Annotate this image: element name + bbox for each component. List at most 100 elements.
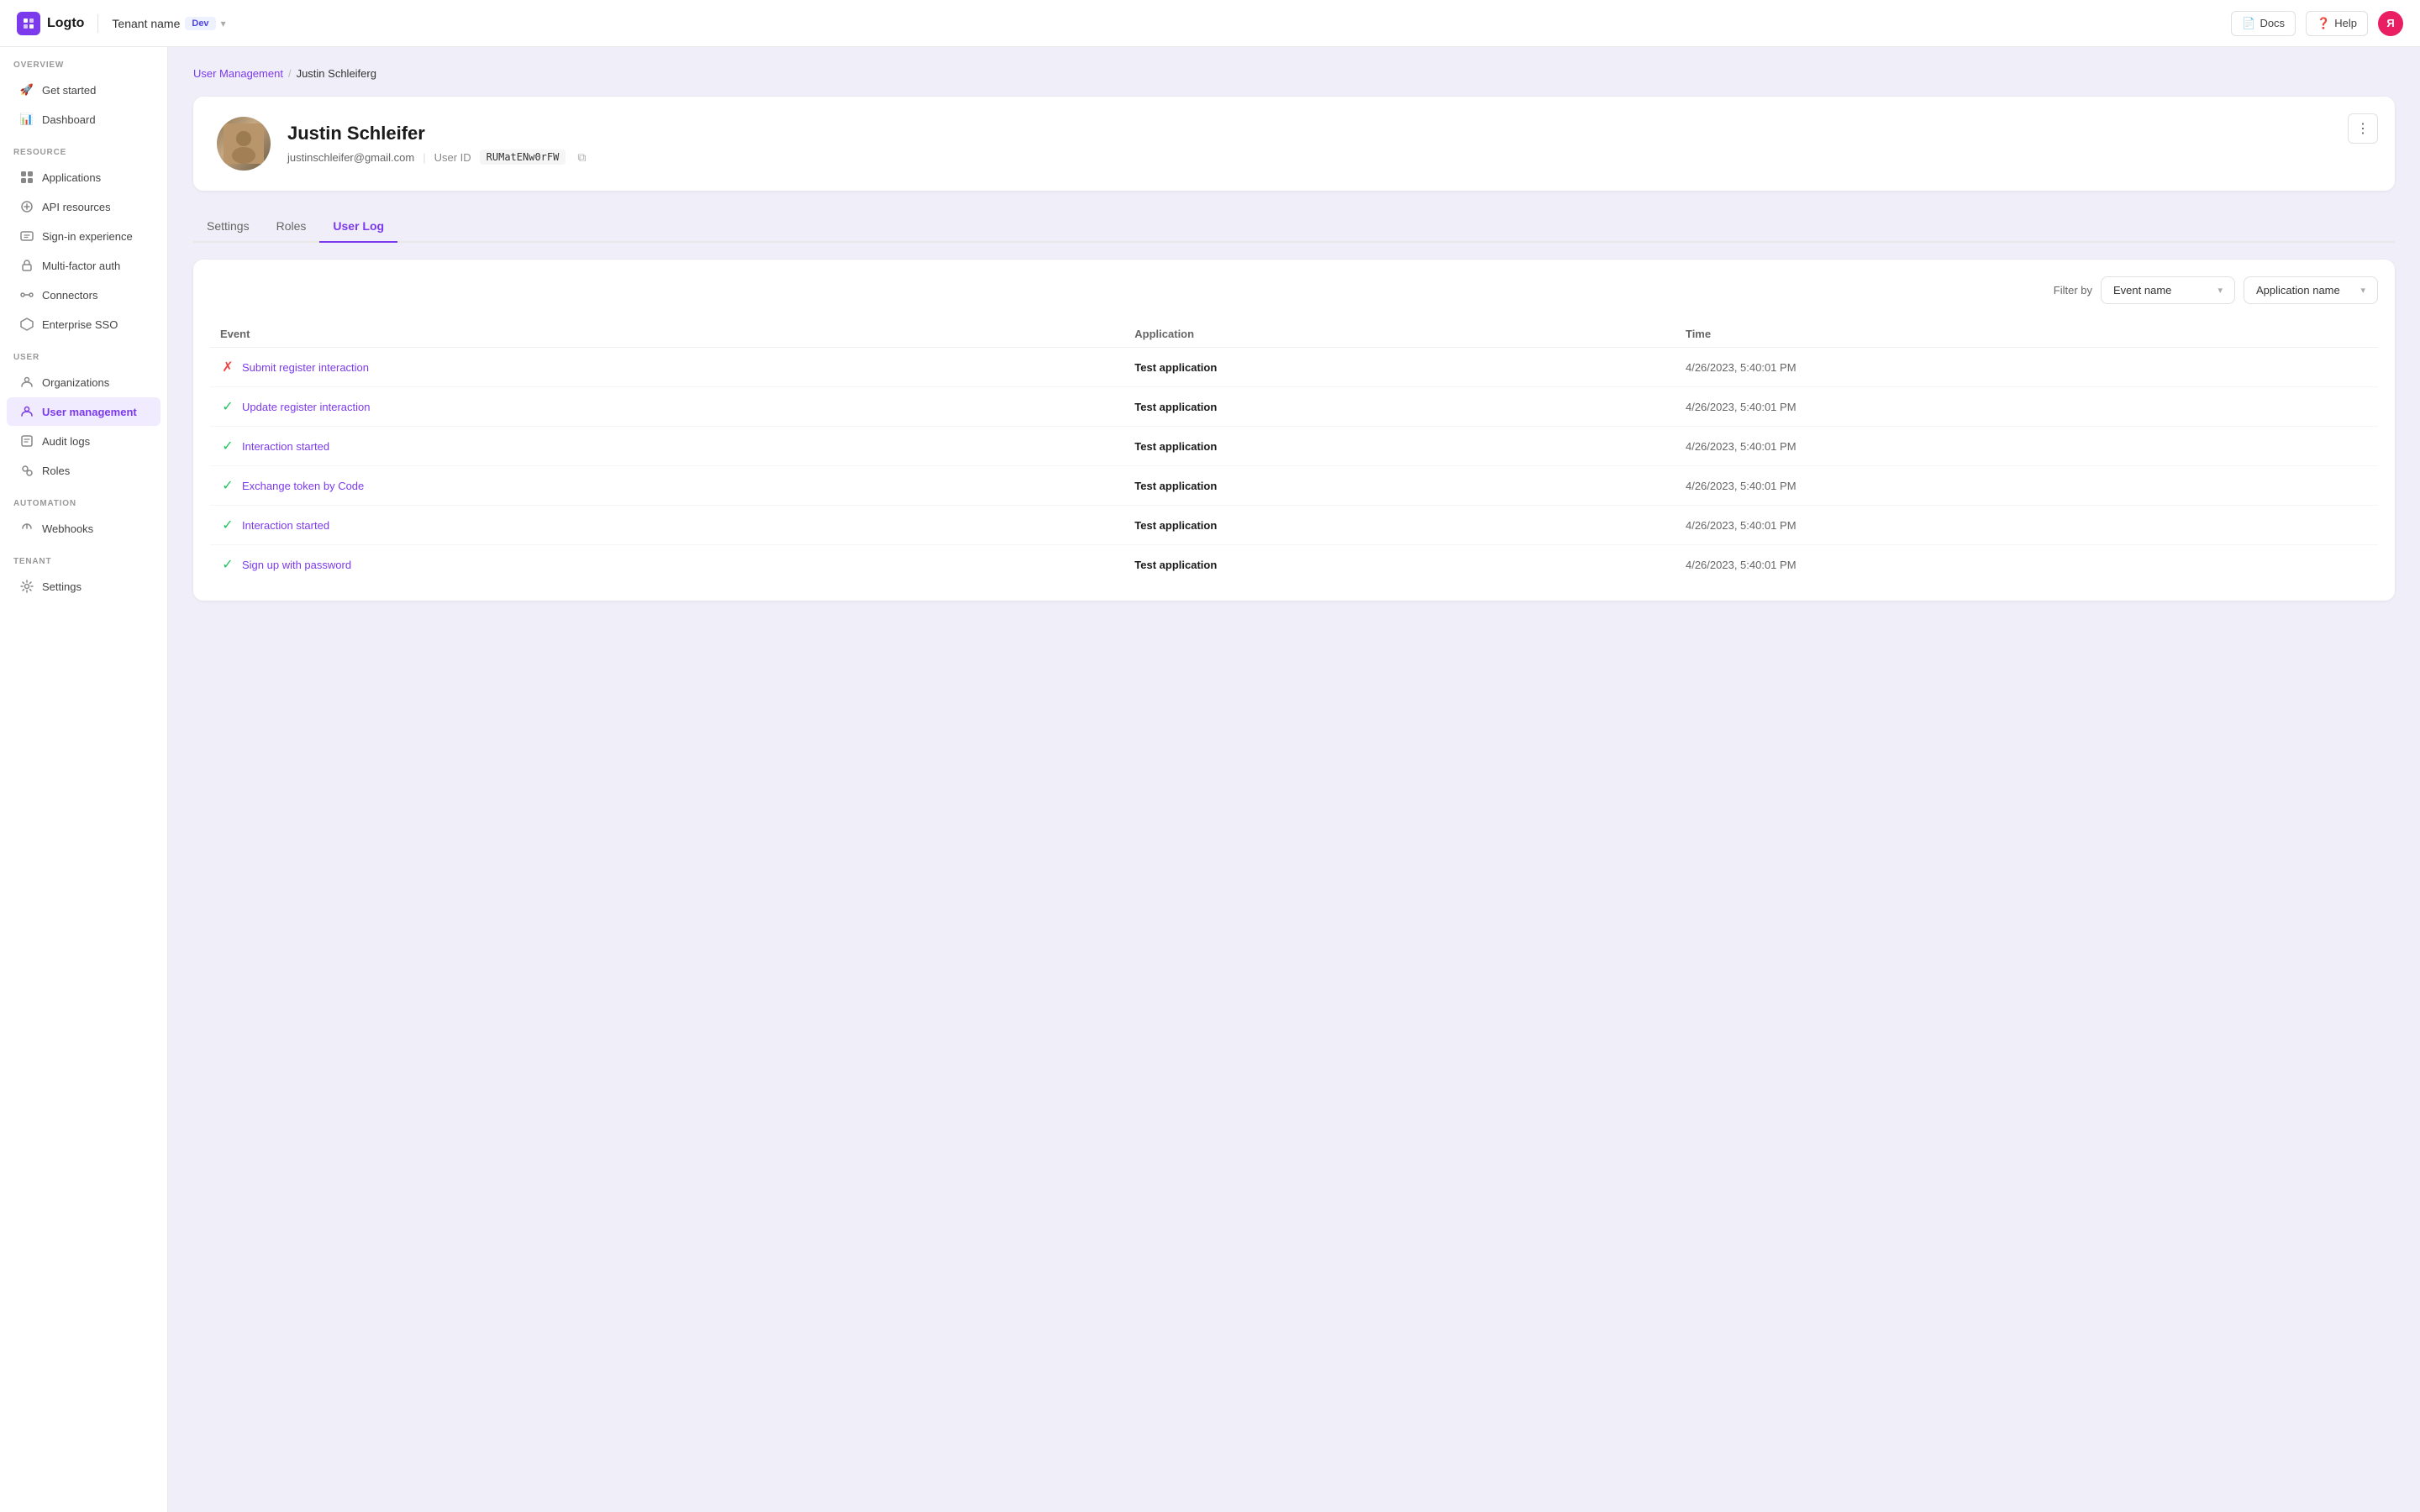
log-panel: Filter by Event name ▾ Application name …: [193, 260, 2395, 601]
sidebar-item-user-management[interactable]: User management: [7, 397, 160, 426]
sidebar-item-api-resources[interactable]: API resources: [7, 192, 160, 221]
app-filter-chevron-icon: ▾: [2360, 285, 2365, 296]
tab-roles[interactable]: Roles: [263, 211, 320, 243]
sidebar-section-automation: AUTOMATION: [0, 486, 167, 513]
sidebar-item-connectors[interactable]: Connectors: [7, 281, 160, 309]
main-content: User Management / Justin Schleiferg Just…: [168, 47, 2420, 1512]
user-meta-separator: |: [423, 151, 425, 164]
audit-logs-icon: [20, 434, 34, 448]
event-link[interactable]: Interaction started: [242, 519, 329, 532]
topbar-actions: 📄 Docs ❓ Help Я: [2231, 11, 2403, 36]
time-cell: 4/26/2023, 5:40:01 PM: [1676, 506, 2378, 545]
user-more-options-button[interactable]: ⋮: [2348, 113, 2378, 144]
event-link[interactable]: Submit register interaction: [242, 361, 369, 374]
organizations-icon: [20, 375, 34, 389]
user-avatar-image: [217, 117, 271, 171]
event-cell: ✓ Exchange token by Code: [210, 466, 1124, 506]
error-icon: ✗: [220, 360, 235, 375]
event-link[interactable]: Sign up with password: [242, 559, 351, 571]
tenant-chevron-icon: ▾: [221, 18, 226, 29]
sidebar: OVERVIEW 🚀 Get started 📊 Dashboard RESOU…: [0, 47, 168, 1512]
event-cell: ✓ Update register interaction: [210, 387, 1124, 427]
tenant-selector[interactable]: Tenant name Dev ▾: [112, 17, 225, 30]
success-icon: ✓: [222, 398, 233, 415]
table-row: ✓ Sign up with password Test application…: [210, 545, 2378, 585]
user-avatar-topbar[interactable]: Я: [2378, 11, 2403, 36]
event-link[interactable]: Exchange token by Code: [242, 480, 364, 492]
settings-icon: [20, 580, 34, 593]
user-management-icon: [20, 405, 34, 418]
help-button[interactable]: ❓ Help: [2306, 11, 2368, 36]
avatar-silhouette: [224, 123, 264, 164]
app-name: Test application: [1134, 519, 1217, 532]
breadcrumb: User Management / Justin Schleiferg: [193, 67, 2395, 80]
webhooks-icon: [20, 522, 34, 535]
tenant-env-badge: Dev: [185, 17, 215, 30]
applications-icon: [20, 171, 34, 184]
event-name-filter[interactable]: Event name ▾: [2101, 276, 2235, 304]
sidebar-item-organizations[interactable]: Organizations: [7, 368, 160, 396]
log-table: Event Application Time ✗ Submit register…: [210, 321, 2378, 584]
application-cell: Test application: [1124, 466, 1676, 506]
tab-user-log[interactable]: User Log: [319, 211, 397, 243]
docs-icon: 📄: [2242, 17, 2255, 30]
sidebar-item-applications[interactable]: Applications: [7, 163, 160, 192]
event-filter-chevron-icon: ▾: [2217, 285, 2223, 296]
success-icon: ✓: [222, 438, 233, 454]
table-row: ✓ Exchange token by Code Test applicatio…: [210, 466, 2378, 506]
help-icon: ❓: [2317, 17, 2330, 30]
breadcrumb-current: Justin Schleiferg: [297, 67, 376, 80]
table-row: ✓ Update register interaction Test appli…: [210, 387, 2378, 427]
success-icon: ✓: [220, 478, 235, 493]
time-value: 4/26/2023, 5:40:01 PM: [1686, 559, 1797, 571]
success-icon: ✓: [222, 556, 233, 573]
get-started-icon: 🚀: [20, 83, 34, 97]
table-row: ✗ Submit register interaction Test appli…: [210, 348, 2378, 387]
sidebar-item-dashboard[interactable]: 📊 Dashboard: [7, 105, 160, 134]
app-name: Test application: [1134, 559, 1217, 571]
user-avatar: [217, 117, 271, 171]
sidebar-item-get-started[interactable]: 🚀 Get started: [7, 76, 160, 104]
event-cell: ✓ Interaction started: [210, 506, 1124, 545]
time-value: 4/26/2023, 5:40:01 PM: [1686, 401, 1797, 413]
sign-in-experience-icon: [20, 229, 34, 243]
tenant-name: Tenant name: [112, 17, 180, 30]
logo-icon: [17, 12, 40, 35]
sidebar-section-user: USER: [0, 339, 167, 367]
user-card: Justin Schleifer justinschleifer@gmail.c…: [193, 97, 2395, 191]
sidebar-item-webhooks[interactable]: Webhooks: [7, 514, 160, 543]
time-value: 4/26/2023, 5:40:01 PM: [1686, 361, 1797, 374]
user-id-value: RUMatENw0rFW: [480, 150, 566, 165]
sidebar-item-enterprise-sso[interactable]: Enterprise SSO: [7, 310, 160, 339]
time-cell: 4/26/2023, 5:40:01 PM: [1676, 427, 2378, 466]
logo: Logto: [17, 12, 84, 35]
success-icon: ✓: [220, 399, 235, 414]
logo-text: Logto: [47, 16, 84, 31]
sidebar-item-audit-logs[interactable]: Audit logs: [7, 427, 160, 455]
app-name: Test application: [1134, 480, 1217, 492]
app-name: Test application: [1134, 440, 1217, 453]
time-cell: 4/26/2023, 5:40:01 PM: [1676, 466, 2378, 506]
time-cell: 4/26/2023, 5:40:01 PM: [1676, 387, 2378, 427]
success-icon: ✓: [222, 477, 233, 494]
enterprise-sso-icon: [20, 318, 34, 331]
sidebar-item-multi-factor-auth[interactable]: Multi-factor auth: [7, 251, 160, 280]
sidebar-item-sign-in-experience[interactable]: Sign-in experience: [7, 222, 160, 250]
app-name-filter-label: Application name: [2256, 284, 2340, 297]
time-value: 4/26/2023, 5:40:01 PM: [1686, 519, 1797, 532]
time-value: 4/26/2023, 5:40:01 PM: [1686, 440, 1797, 453]
tab-settings[interactable]: Settings: [193, 211, 263, 243]
sidebar-item-roles[interactable]: Roles: [7, 456, 160, 485]
breadcrumb-parent[interactable]: User Management: [193, 67, 283, 80]
event-link[interactable]: Update register interaction: [242, 401, 370, 413]
sidebar-item-settings[interactable]: Settings: [7, 572, 160, 601]
time-cell: 4/26/2023, 5:40:01 PM: [1676, 348, 2378, 387]
copy-user-id-button[interactable]: ⧉: [577, 150, 586, 165]
application-cell: Test application: [1124, 506, 1676, 545]
user-email: justinschleifer@gmail.com: [287, 151, 414, 164]
app-name-filter[interactable]: Application name ▾: [2244, 276, 2378, 304]
success-icon: ✓: [220, 438, 235, 454]
event-link[interactable]: Interaction started: [242, 440, 329, 453]
breadcrumb-separator: /: [288, 67, 292, 80]
docs-button[interactable]: 📄 Docs: [2231, 11, 2296, 36]
